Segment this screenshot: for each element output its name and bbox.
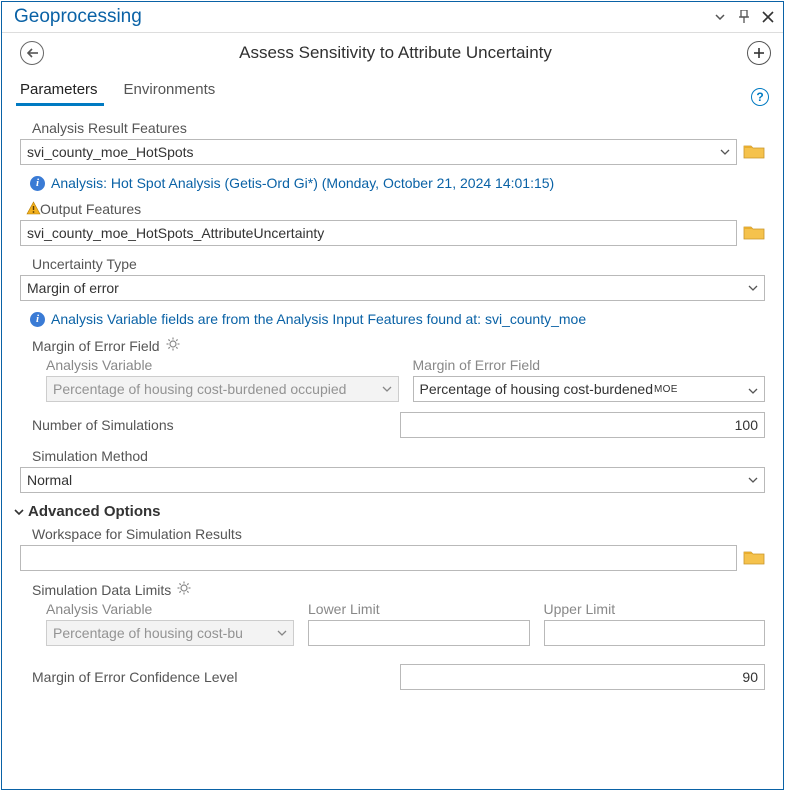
input-analysis-variable: Percentage of housing cost-burdened occu… — [46, 376, 399, 402]
browse-icon[interactable] — [743, 142, 765, 163]
info-icon: i — [30, 176, 45, 191]
analysis-info[interactable]: i Analysis: Hot Spot Analysis (Getis-Ord… — [30, 175, 765, 191]
label-upper-limit: Upper Limit — [544, 601, 766, 617]
geoprocessing-pane: Geoprocessing Assess Sensitivity to Attr… — [1, 1, 784, 790]
tool-header: Assess Sensitivity to Attribute Uncertai… — [2, 33, 783, 69]
variable-info-text: Analysis Variable fields are from the An… — [51, 311, 586, 327]
pin-icon[interactable] — [737, 10, 751, 24]
label-analysis-variable: Analysis Variable — [46, 357, 399, 373]
info-icon: i — [30, 312, 45, 327]
label-sim-method: Simulation Method — [20, 448, 765, 464]
input-moe-confidence[interactable] — [400, 664, 765, 690]
titlebar: Geoprocessing — [2, 2, 783, 33]
label-limits-analysis-var: Analysis Variable — [46, 601, 294, 617]
parameters-body: Analysis Result Features svi_county_moe_… — [2, 106, 783, 789]
input-analysis-result-features[interactable]: svi_county_moe_HotSpots — [20, 139, 737, 165]
gear-icon[interactable] — [177, 581, 191, 598]
label-workspace: Workspace for Simulation Results — [20, 526, 765, 542]
chevron-down-icon — [14, 503, 24, 520]
variable-info[interactable]: i Analysis Variable fields are from the … — [30, 311, 765, 327]
input-moe-field[interactable]: Percentage of housing cost-burdenedMOE — [413, 376, 766, 402]
help-button[interactable]: ? — [751, 88, 769, 106]
label-analysis-result-features: Analysis Result Features — [20, 120, 765, 136]
input-limits-analysis-var: Percentage of housing cost-bu — [46, 620, 294, 646]
chevron-down-icon — [748, 381, 758, 397]
input-sim-method[interactable]: Normal — [20, 467, 765, 493]
input-lower-limit[interactable] — [308, 620, 530, 646]
browse-icon[interactable] — [743, 223, 765, 244]
back-button[interactable] — [20, 41, 44, 65]
label-uncertainty-type: Uncertainty Type — [20, 256, 765, 272]
browse-icon[interactable] — [743, 548, 765, 569]
warning-icon — [26, 201, 41, 215]
label-lower-limit: Lower Limit — [308, 601, 530, 617]
input-uncertainty-type[interactable]: Margin of error — [20, 275, 765, 301]
input-upper-limit[interactable] — [544, 620, 766, 646]
tab-environments[interactable]: Environments — [120, 75, 220, 106]
input-num-simulations[interactable] — [400, 412, 765, 438]
gear-icon[interactable] — [166, 337, 180, 354]
tab-parameters[interactable]: Parameters — [16, 75, 102, 106]
analysis-info-text: Analysis: Hot Spot Analysis (Getis-Ord G… — [51, 175, 554, 191]
label-moe-confidence: Margin of Error Confidence Level — [20, 669, 400, 685]
label-moe-field: Margin of Error Field — [20, 337, 765, 354]
tool-title: Assess Sensitivity to Attribute Uncertai… — [44, 43, 747, 63]
active-tab-indicator — [16, 103, 104, 106]
add-button[interactable] — [747, 41, 771, 65]
label-moe-field-col: Margin of Error Field — [413, 357, 766, 373]
input-output-features[interactable] — [20, 220, 737, 246]
close-icon[interactable] — [761, 10, 775, 24]
label-num-simulations: Number of Simulations — [20, 417, 400, 433]
label-sim-limits: Simulation Data Limits — [20, 581, 765, 598]
advanced-options-header[interactable]: Advanced Options — [14, 503, 765, 520]
chevron-down-icon[interactable] — [713, 10, 727, 24]
input-workspace[interactable] — [20, 545, 737, 571]
pane-title: Geoprocessing — [14, 6, 713, 28]
tab-bar: Parameters Environments ? — [2, 69, 783, 106]
label-output-features: Output Features — [20, 201, 765, 217]
